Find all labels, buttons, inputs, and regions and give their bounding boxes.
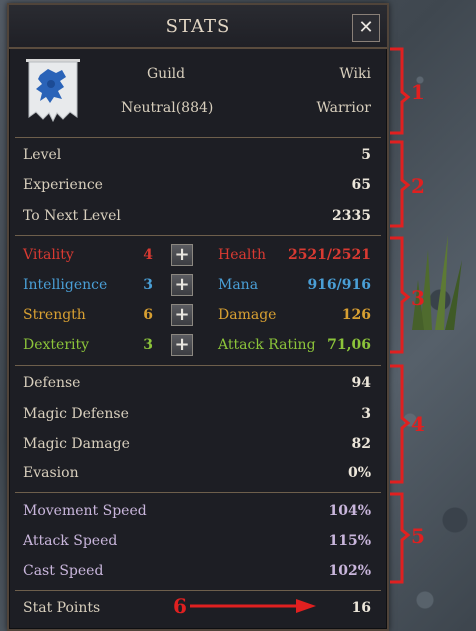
bracket-1	[390, 47, 411, 135]
annotation-6: 6	[173, 594, 187, 618]
bracket-4	[390, 364, 411, 484]
annotation-1: 1	[411, 80, 425, 104]
bracket-5	[390, 492, 411, 584]
annotation-4: 4	[411, 412, 425, 436]
annotation-3: 3	[411, 286, 425, 310]
bracket-3	[390, 236, 411, 354]
annotation-2: 2	[411, 174, 425, 198]
bracket-2	[390, 140, 411, 228]
annotation-5: 5	[411, 524, 425, 548]
annotation-overlay	[190, 47, 411, 613]
arrow-6-head	[296, 599, 316, 613]
